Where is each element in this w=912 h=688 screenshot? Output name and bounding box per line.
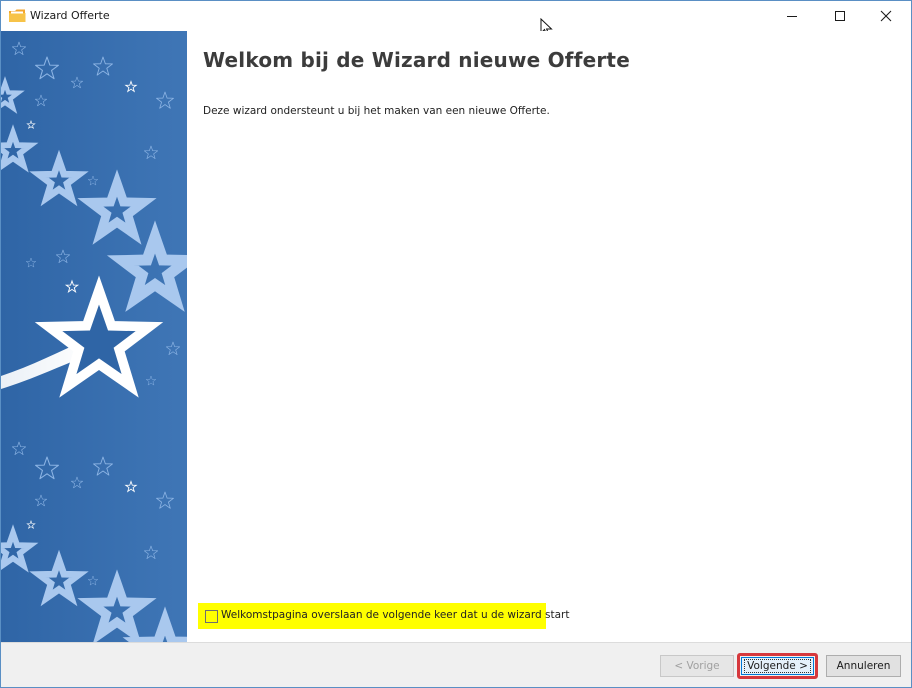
skip-welcome-option[interactable]: Welkomstpagina overslaan de volgende kee… xyxy=(198,603,569,629)
window-title: Wizard Offerte xyxy=(30,9,110,22)
wizard-window: Wizard Offerte Welkom bij de Wizard nieu… xyxy=(0,0,912,688)
close-button[interactable] xyxy=(863,1,909,31)
maximize-icon xyxy=(835,11,845,21)
skip-welcome-label[interactable]: Welkomstpagina overslaan de volgende kee… xyxy=(221,609,569,621)
next-button[interactable]: Volgende > xyxy=(741,657,814,675)
minimize-button[interactable] xyxy=(769,1,815,31)
close-icon xyxy=(880,10,892,22)
wizard-content: Welkom bij de Wizard nieuwe Offerte Deze… xyxy=(187,31,911,642)
wizard-side-banner xyxy=(1,31,187,642)
next-button-highlight: Volgende > xyxy=(737,653,818,679)
wizard-footer: < Vorige Volgende > Annuleren xyxy=(1,642,911,687)
previous-button[interactable]: < Vorige xyxy=(660,655,734,677)
cancel-button[interactable]: Annuleren xyxy=(826,655,901,677)
page-description: Deze wizard ondersteunt u bij het maken … xyxy=(203,105,550,117)
stars-banner-image xyxy=(1,31,187,642)
minimize-icon xyxy=(787,16,797,17)
next-button-label: Volgende > xyxy=(744,659,811,673)
maximize-button[interactable] xyxy=(817,1,863,31)
title-bar[interactable]: Wizard Offerte xyxy=(1,1,911,31)
folder-icon xyxy=(9,9,26,22)
page-title: Welkom bij de Wizard nieuwe Offerte xyxy=(203,48,630,72)
skip-welcome-checkbox[interactable] xyxy=(205,610,218,623)
